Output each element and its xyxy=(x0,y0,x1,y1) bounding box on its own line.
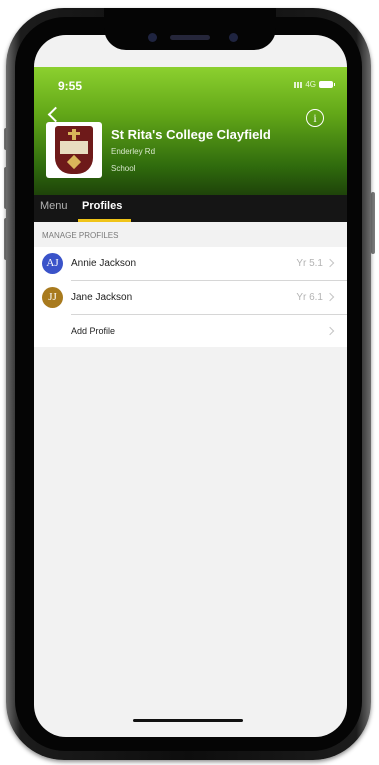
power-button xyxy=(371,192,375,254)
home-indicator[interactable] xyxy=(133,719,243,722)
tab-bar: Menu Profiles xyxy=(34,195,347,222)
status-time: 9:55 xyxy=(58,79,83,93)
profile-name: Jane Jackson xyxy=(71,292,133,303)
signal-icon xyxy=(293,81,303,88)
info-icon[interactable]: i xyxy=(306,109,324,127)
school-name: St Rita's College Clayfield xyxy=(111,127,271,142)
profile-year: Yr 5.1 xyxy=(296,258,323,269)
add-profile-row[interactable]: Add Profile xyxy=(34,315,347,348)
battery-icon xyxy=(319,81,335,88)
chevron-right-icon xyxy=(325,258,335,268)
network-label: 4G xyxy=(305,80,316,89)
status-indicators: 4G xyxy=(293,80,335,89)
section-header: MANAGE PROFILES xyxy=(34,222,347,247)
tab-menu[interactable]: Menu xyxy=(40,200,68,212)
chevron-right-icon xyxy=(325,292,335,302)
crest-shield xyxy=(55,126,93,174)
profile-row-jane[interactable]: JJ Jane Jackson Yr 6.1 xyxy=(34,281,347,314)
phone-notch xyxy=(104,8,276,50)
profile-row-annie[interactable]: AJ Annie Jackson Yr 5.1 xyxy=(34,247,347,280)
back-chevron-icon[interactable] xyxy=(47,106,64,123)
front-camera xyxy=(148,33,157,42)
school-type: School xyxy=(111,164,136,173)
avatar: JJ xyxy=(42,287,63,308)
chevron-right-icon xyxy=(325,326,335,336)
school-logo xyxy=(46,122,102,178)
face-sensor xyxy=(229,33,238,42)
school-address: Enderley Rd xyxy=(111,147,156,156)
profile-list: AJ Annie Jackson Yr 5.1 JJ Jane Jackson … xyxy=(34,247,347,347)
avatar: AJ xyxy=(42,253,63,274)
profile-year: Yr 6.1 xyxy=(296,292,323,303)
profile-name: Annie Jackson xyxy=(71,258,137,269)
app-screen: 9:55 4G i St Rita's College Clayfield En… xyxy=(34,35,347,737)
tab-profiles[interactable]: Profiles xyxy=(82,200,122,212)
add-profile-label: Add Profile xyxy=(71,326,116,336)
earpiece-speaker xyxy=(170,35,210,40)
section-title: MANAGE PROFILES xyxy=(42,231,119,240)
